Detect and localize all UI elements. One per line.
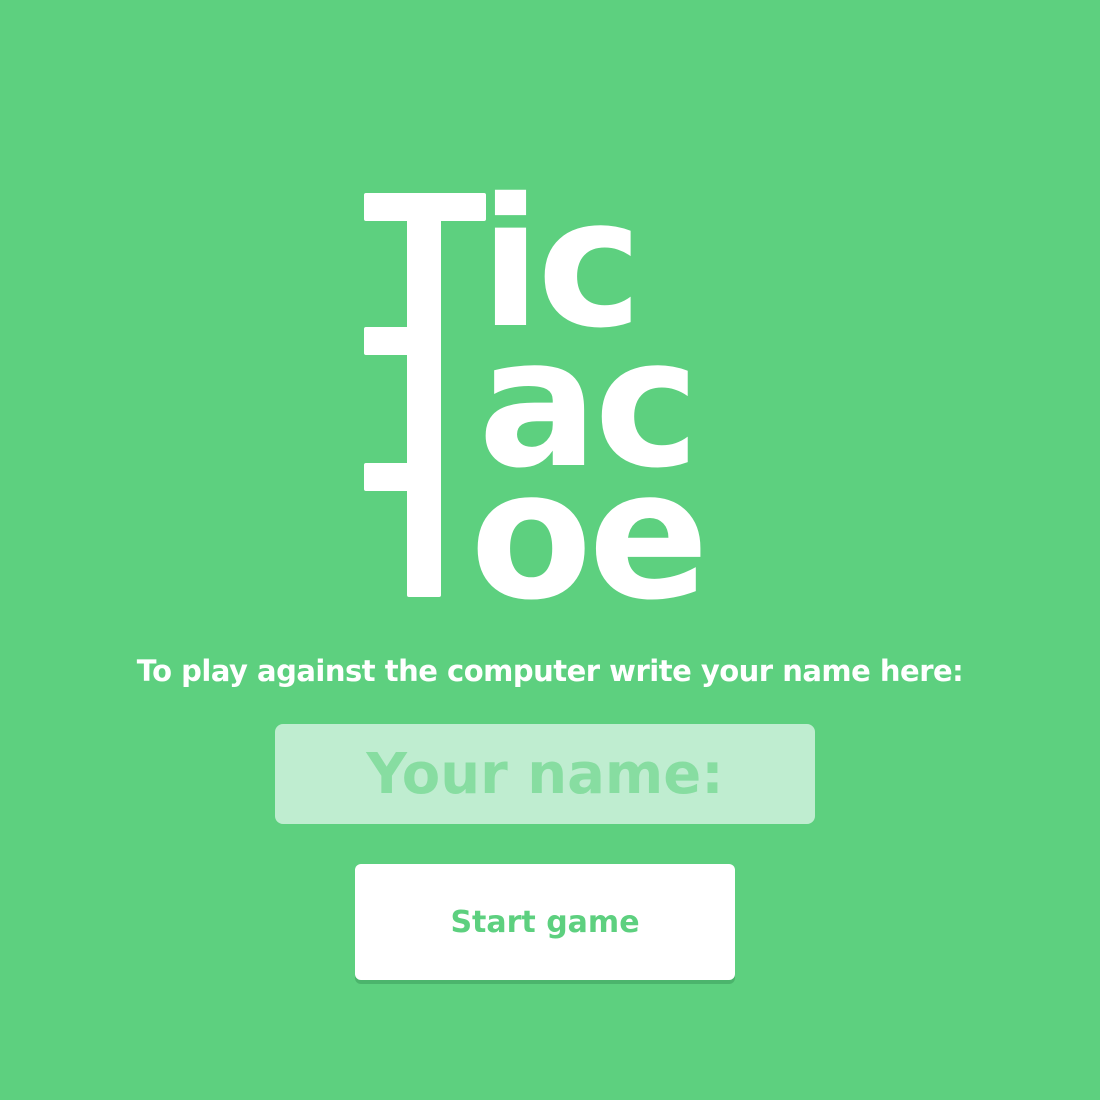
player-name-input[interactable]	[275, 724, 815, 824]
tic-tac-toe-logo: ic ac oe	[364, 175, 724, 625]
logo-t-bar-top	[364, 193, 486, 221]
logo-word-toe: oe	[470, 432, 709, 639]
name-prompt: To play against the computer write your …	[136, 654, 964, 688]
start-game-button[interactable]: Start game	[355, 864, 735, 980]
logo-t-bar-middle	[364, 327, 440, 355]
logo-t-bar-bottom	[364, 463, 440, 491]
logo-t-stem	[407, 193, 441, 597]
